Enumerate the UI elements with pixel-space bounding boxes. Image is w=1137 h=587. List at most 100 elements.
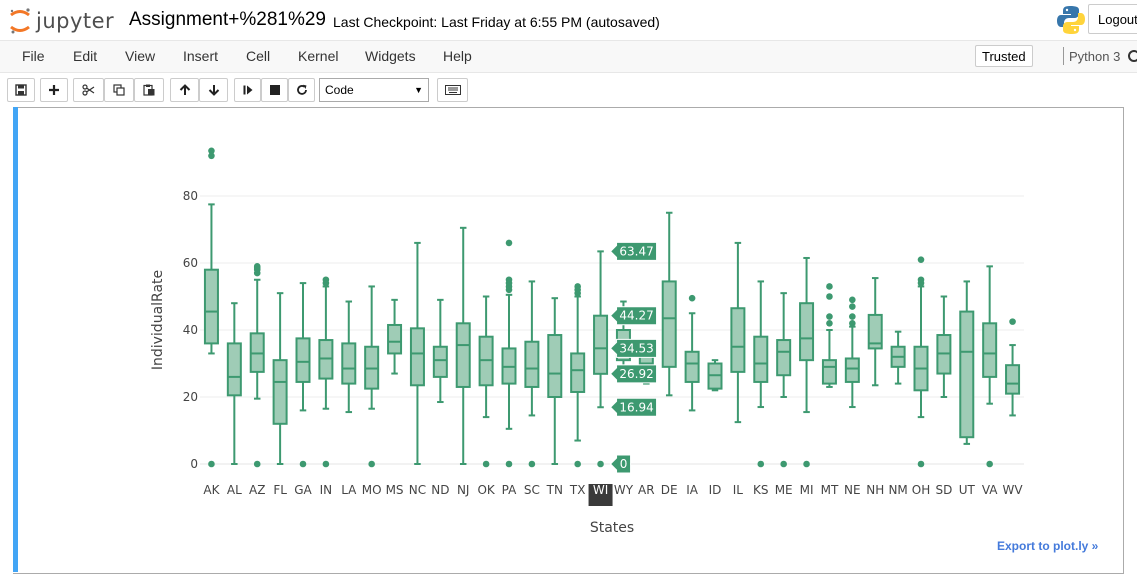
box-oh[interactable]	[913, 256, 929, 468]
outlier-point	[688, 294, 696, 302]
outlier-point	[208, 460, 215, 468]
x-tick-label: NH	[866, 483, 884, 497]
box-ut[interactable]	[959, 280, 975, 445]
x-tick-label: ND	[431, 483, 449, 497]
outlier-point	[849, 320, 856, 327]
box-ne[interactable]	[844, 296, 860, 409]
box-in[interactable]	[318, 276, 334, 468]
outlier-point	[253, 460, 261, 468]
box-iqr	[753, 335, 769, 383]
x-tick-label: VA	[982, 483, 998, 497]
x-tick-label: MS	[386, 483, 404, 497]
outlier-point	[849, 313, 856, 320]
x-tick-label: DE	[661, 483, 678, 497]
x-tick-label: SC	[524, 483, 540, 497]
box-nc[interactable]	[409, 241, 425, 465]
outlier-point	[849, 296, 856, 304]
hover-labels: 63.47 44.27 34.53 26.92 16.94 0	[609, 241, 658, 474]
outlier-point	[505, 460, 513, 468]
x-tick-label: MI	[800, 483, 814, 497]
x-tick-label: SD	[935, 483, 952, 497]
x-tick-label: ID	[709, 483, 722, 497]
x-tick-label: WI	[593, 483, 608, 497]
hover-label-text: 0	[620, 457, 628, 471]
outlier-point	[208, 147, 215, 155]
x-tick-label: OK	[477, 483, 495, 497]
outlier-point	[368, 460, 375, 468]
box-sd[interactable]	[936, 295, 952, 398]
box-mt[interactable]	[821, 283, 837, 388]
x-tick-label: IN	[320, 483, 333, 497]
box-iqr	[982, 322, 998, 378]
box-iqr	[387, 323, 403, 355]
export-to-plotly-link[interactable]: Export to plot.ly »	[997, 539, 1098, 553]
box-iqr	[570, 352, 586, 393]
x-tick-label: MO	[362, 483, 382, 497]
box-il[interactable]	[730, 241, 746, 424]
outlier-point	[574, 460, 581, 468]
box-al[interactable]	[226, 302, 242, 465]
outlier-point	[826, 283, 833, 290]
hover-label-text: 16.94	[619, 400, 653, 414]
hover-value-label: 16.94	[609, 397, 658, 417]
box-iqr	[203, 268, 219, 345]
box-nd[interactable]	[432, 298, 448, 404]
x-tick-label: AR	[638, 483, 655, 497]
x-tick-label: KS	[753, 483, 769, 497]
outlier-point	[322, 460, 330, 468]
x-axis-ticks: AK AL AZ FL GA IN LA MO MS NC ND NJ OK PA SC TN TX WI WY AR…	[203, 483, 1023, 506]
box-tx[interactable]	[570, 283, 586, 468]
outlier-point	[505, 239, 513, 247]
box-az[interactable]	[249, 263, 265, 468]
box-ks[interactable]	[753, 280, 769, 468]
box-ia[interactable]	[684, 294, 700, 412]
outlier-point	[482, 460, 490, 468]
box-ga[interactable]	[295, 282, 311, 468]
hover-value-label: 44.27	[609, 306, 658, 326]
x-axis-title: States	[590, 520, 634, 536]
box-iqr	[684, 350, 700, 383]
outlier-point	[253, 263, 261, 270]
hover-value-label: 34.53	[609, 338, 658, 358]
box-wv[interactable]	[1005, 318, 1021, 417]
box-la[interactable]	[341, 300, 357, 414]
box-fl[interactable]	[272, 292, 288, 465]
x-tick-label: ME	[775, 483, 793, 497]
box-me[interactable]	[776, 292, 792, 468]
hover-label-text: 34.53	[619, 341, 653, 355]
outlier-point	[826, 313, 833, 320]
box-iqr	[844, 357, 860, 383]
box-mo[interactable]	[364, 285, 380, 468]
hover-value-label: 0	[609, 454, 632, 474]
box-iqr	[341, 342, 357, 385]
box-iqr	[593, 314, 609, 375]
box-de[interactable]	[661, 211, 677, 397]
box-ok[interactable]	[478, 295, 494, 468]
box-va[interactable]	[982, 265, 998, 468]
box-pa[interactable]	[501, 239, 517, 468]
box-iqr	[295, 337, 311, 383]
box-mi[interactable]	[799, 256, 815, 468]
box-nm[interactable]	[890, 330, 906, 385]
outlier-point	[917, 256, 925, 263]
x-tick-label: IL	[733, 483, 744, 497]
box-plot-series[interactable]	[203, 147, 1021, 468]
box-ms[interactable]	[387, 298, 403, 375]
outlier-point	[505, 276, 513, 284]
x-tick-label: TX	[569, 483, 586, 497]
box-ak[interactable]	[203, 147, 219, 468]
box-nh[interactable]	[867, 277, 883, 387]
hover-value-label: 26.92	[609, 364, 658, 384]
y-tick-label: 40	[183, 323, 198, 337]
y-tick-label: 20	[183, 390, 198, 404]
y-tick-label: 0	[190, 457, 198, 471]
outlier-point	[986, 460, 993, 468]
box-plot-chart[interactable]: 0 20 40 60 80 AK AL AZ FL GA IN LA MO MS NC ND NJ OK PA SC…	[0, 0, 1137, 587]
box-tn[interactable]	[547, 297, 563, 465]
box-iqr	[821, 359, 837, 385]
x-tick-label: TN	[546, 483, 563, 497]
x-tick-label: NM	[888, 483, 907, 497]
box-sc[interactable]	[524, 280, 540, 468]
box-wi[interactable]	[593, 250, 609, 468]
box-id[interactable]	[707, 359, 723, 392]
